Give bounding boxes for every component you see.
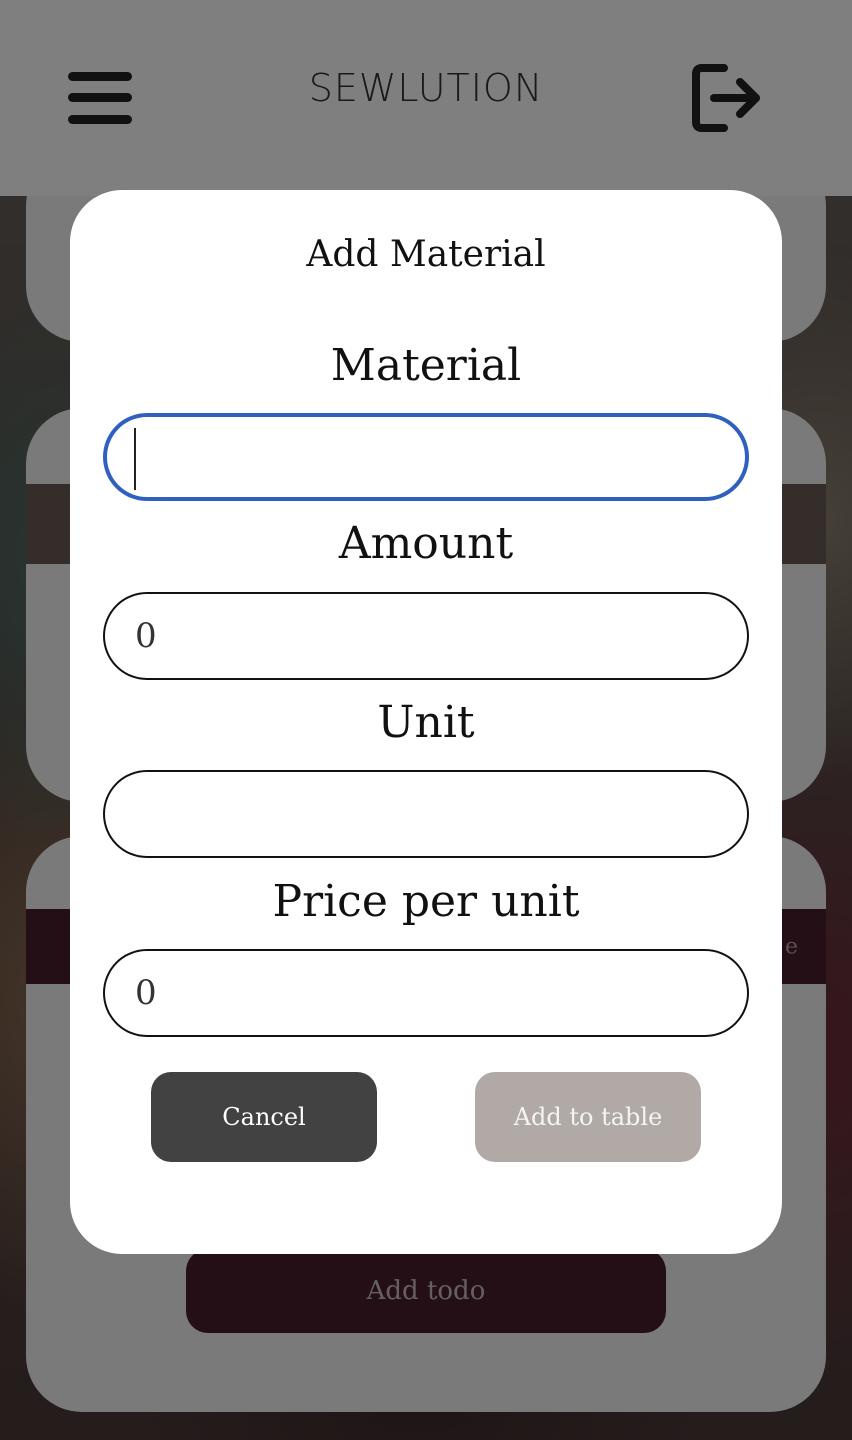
unit-input[interactable] <box>103 770 749 858</box>
dialog-title: Add Material <box>306 234 546 275</box>
price-label: Price per unit <box>272 876 580 927</box>
price-input[interactable] <box>103 949 749 1037</box>
cancel-button[interactable]: Cancel <box>151 1072 377 1162</box>
material-label: Material <box>330 340 522 391</box>
unit-label: Unit <box>377 697 475 748</box>
add-to-table-button[interactable]: Add to table <box>475 1072 701 1162</box>
amount-label: Amount <box>338 518 514 569</box>
material-input[interactable] <box>103 413 749 501</box>
text-caret <box>134 428 136 490</box>
amount-input[interactable] <box>103 592 749 680</box>
